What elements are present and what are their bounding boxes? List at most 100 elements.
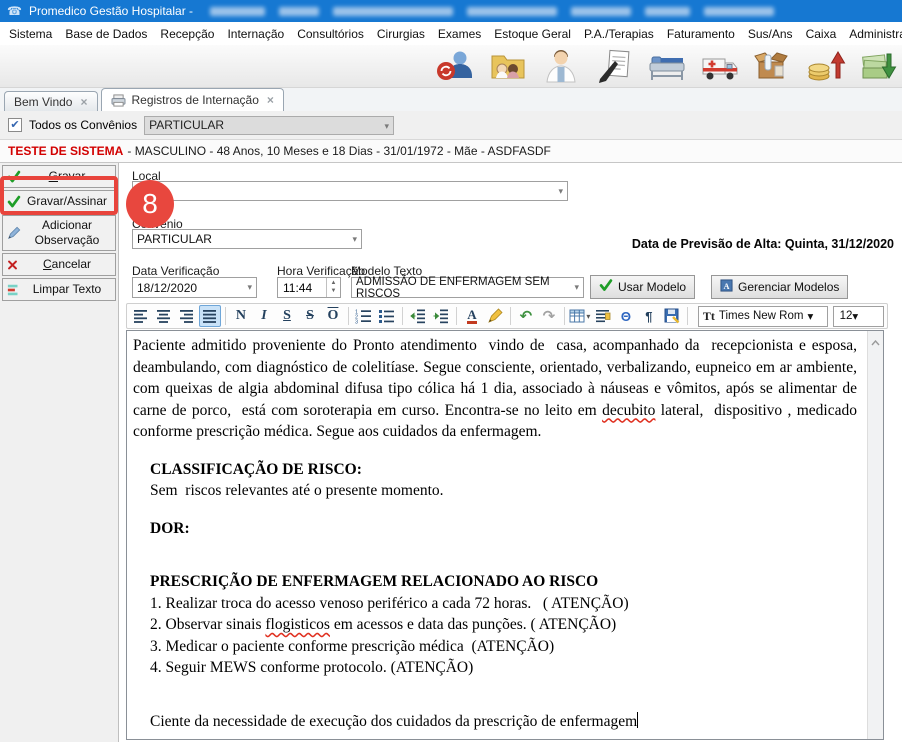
menu-recepcao[interactable]: Recepção xyxy=(160,27,214,41)
menu-sistema[interactable]: Sistema xyxy=(9,27,52,41)
tab-label: Registros de Internação xyxy=(132,93,259,107)
action-sidebar: GravarGravar/Assinar Adicionar Observação… xyxy=(0,163,119,742)
editor-paragraph: Sem riscos relevantes até o presente mom… xyxy=(150,480,857,502)
usar-modelo-button[interactable]: Usar Modelo xyxy=(590,275,695,299)
side-button-label: Cancelar xyxy=(43,257,91,272)
menu-estoque-geral[interactable]: Estoque Geral xyxy=(494,27,571,41)
align-center-button[interactable] xyxy=(153,305,175,327)
menu-faturamento[interactable]: Faturamento xyxy=(667,27,735,41)
outdent-button[interactable] xyxy=(407,305,429,327)
highlight-button[interactable] xyxy=(484,305,506,327)
menu-administracao[interactable]: Administração xyxy=(849,27,902,41)
workspace: GravarGravar/Assinar Adicionar Observação… xyxy=(0,163,902,742)
menu-consultorios[interactable]: Consultórios xyxy=(297,27,364,41)
app-toolbar xyxy=(0,45,902,88)
local-select[interactable]: ▾ xyxy=(132,181,568,201)
font-color-button[interactable]: A xyxy=(461,305,483,327)
menu-base-de-dados[interactable]: Base de Dados xyxy=(65,27,147,41)
save-text-button[interactable] xyxy=(661,305,683,327)
x-icon xyxy=(7,259,18,270)
money-in-icon[interactable] xyxy=(805,47,847,85)
editor-paragraph: 3. Medicar o paciente conforme prescriçã… xyxy=(150,636,857,658)
todos-convenios-label: Todos os Convênios xyxy=(29,118,137,132)
align-left-button[interactable] xyxy=(130,305,152,327)
convenio-filter-select[interactable]: PARTICULAR ▾ xyxy=(144,116,394,135)
editor-scrollbar[interactable] xyxy=(867,331,883,739)
internacao-form: Local ▾ Convenio PARTICULAR ▾ Data de Pr… xyxy=(119,163,902,742)
doctor-icon[interactable] xyxy=(540,47,582,85)
data-verificacao-label: Data Verificação xyxy=(132,264,219,278)
menu-cirurgias[interactable]: Cirurgias xyxy=(377,27,425,41)
strikethrough-button[interactable]: S xyxy=(299,305,321,327)
document-sign-icon[interactable] xyxy=(593,47,635,85)
patient-details: - MASCULINO - 48 Anos, 10 Meses e 18 Dia… xyxy=(127,144,551,158)
menu-exames[interactable]: Exames xyxy=(438,27,481,41)
tab-label: Bem Vindo xyxy=(14,95,72,109)
modelo-texto-select[interactable]: ADMISSÃO DE ENFERMAGEM SEM RISCOS ▾ xyxy=(351,277,584,298)
printer-icon xyxy=(111,94,126,107)
font-icon: Tt xyxy=(703,309,715,324)
editor-blank-line xyxy=(133,555,857,571)
editor-paragraph: CLASSIFICAÇÃO DE RISCO: xyxy=(150,459,857,481)
font-family-select[interactable]: Tt Times New Rom ▾ xyxy=(698,306,828,327)
insert-table-button[interactable]: ▾ xyxy=(569,305,591,327)
chevron-down-icon: ▾ xyxy=(352,234,357,245)
patients-folder-icon[interactable] xyxy=(487,47,529,85)
menu-sus-ans[interactable]: Sus/Ans xyxy=(748,27,793,41)
editor-paragraph: Ciente da necessidade de execução dos cu… xyxy=(150,711,857,733)
side-button-label: Adicionar Observação xyxy=(23,218,111,248)
app-icon: ☎ xyxy=(7,4,22,18)
text-caret xyxy=(637,712,638,728)
time-spinner[interactable]: ▲▼ xyxy=(326,278,340,297)
limpar-texto-button[interactable]: Limpar Texto xyxy=(2,278,116,301)
symbol-button[interactable]: Θ xyxy=(615,305,637,327)
menu-internacao[interactable]: Internação xyxy=(227,27,284,41)
text-editor[interactable]: Paciente admitido proveniente do Pronto … xyxy=(126,330,884,740)
indent-button[interactable] xyxy=(430,305,452,327)
menu-p-a-terapias[interactable]: P.A./Terapias xyxy=(584,27,654,41)
data-verificacao-input[interactable]: 18/12/2020 ▾ xyxy=(132,277,257,298)
chevron-down-icon: ▾ xyxy=(586,312,590,321)
editor-blank-line xyxy=(133,539,857,555)
pencil-icon xyxy=(7,226,21,240)
hora-verificacao-input[interactable]: 11:44 ▲▼ xyxy=(277,277,341,298)
align-justify-button[interactable] xyxy=(199,305,221,327)
cancelar-button[interactable]: Cancelar xyxy=(2,253,116,276)
bullet-list-button[interactable] xyxy=(376,305,398,327)
tab-bar: Bem Vindo × Registros de Internação × xyxy=(0,88,902,111)
close-tab-icon[interactable]: × xyxy=(267,93,274,107)
svg-text:3: 3 xyxy=(355,320,358,325)
menu-caixa[interactable]: Caixa xyxy=(806,27,837,41)
check-icon xyxy=(7,195,21,208)
todos-convenios-checkbox[interactable]: ✔ xyxy=(8,118,22,132)
tab-registros-de-internacao[interactable]: Registros de Internação × xyxy=(101,88,284,111)
convenio-select[interactable]: PARTICULAR ▾ xyxy=(132,229,362,249)
gravar-assinar-button[interactable]: Gravar/Assinar xyxy=(2,190,116,213)
font-size-select[interactable]: 12 ▾ xyxy=(833,306,884,327)
sync-users-icon[interactable] xyxy=(434,47,476,85)
undo-button[interactable]: ↶ xyxy=(515,305,537,327)
tab-bem-vindo[interactable]: Bem Vindo × xyxy=(4,91,98,111)
gravar-button[interactable]: Gravar xyxy=(2,165,116,188)
adicionar-observacao-button[interactable]: Adicionar Observação xyxy=(2,215,116,251)
paragraph-marks-button[interactable]: ¶ xyxy=(638,305,660,327)
numbered-list-button[interactable]: 123 xyxy=(353,305,375,327)
overline-button[interactable]: O xyxy=(322,305,344,327)
editor-blank-line xyxy=(133,679,857,695)
template-manager-icon: A xyxy=(720,279,733,295)
align-right-button[interactable] xyxy=(176,305,198,327)
money-out-icon[interactable] xyxy=(858,47,900,85)
bold-button[interactable]: N xyxy=(230,305,252,327)
spin-up-icon: ▲ xyxy=(331,280,337,287)
italic-button[interactable]: I xyxy=(253,305,275,327)
ambulance-icon[interactable] xyxy=(699,47,741,85)
hospital-bed-icon[interactable] xyxy=(646,47,688,85)
inventory-icon[interactable] xyxy=(752,47,794,85)
editor-paragraph: PRESCRIÇÃO DE ENFERMAGEM RELACIONADO AO … xyxy=(150,571,857,593)
underline-button[interactable]: S xyxy=(276,305,298,327)
scroll-up-icon[interactable] xyxy=(871,335,880,739)
gerenciar-modelos-button[interactable]: A Gerenciar Modelos xyxy=(711,275,848,299)
close-tab-icon[interactable]: × xyxy=(80,95,87,109)
redo-button[interactable]: ↷ xyxy=(538,305,560,327)
insert-field-button[interactable] xyxy=(592,305,614,327)
